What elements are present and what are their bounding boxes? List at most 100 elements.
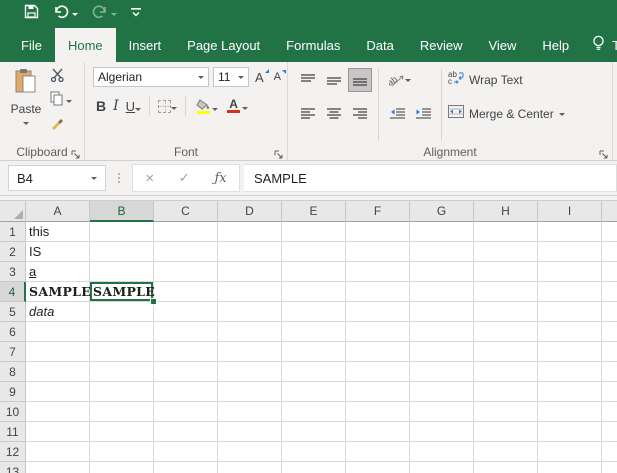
cell-D12[interactable] xyxy=(218,442,282,462)
tab-home[interactable]: Home xyxy=(54,28,116,62)
row-header-5[interactable]: 5 xyxy=(0,302,26,322)
cell-G8[interactable] xyxy=(410,362,474,382)
column-header-partial[interactable] xyxy=(602,201,617,222)
cell-partial-2[interactable] xyxy=(602,242,617,262)
fill-color-button[interactable] xyxy=(191,98,221,115)
cell-G3[interactable] xyxy=(410,262,474,282)
cell-E12[interactable] xyxy=(282,442,346,462)
cell-F2[interactable] xyxy=(346,242,410,262)
cell-E13[interactable] xyxy=(282,462,346,473)
cell-F5[interactable] xyxy=(346,302,410,322)
tab-page-layout[interactable]: Page Layout xyxy=(174,28,273,62)
row-header-1[interactable]: 1 xyxy=(0,222,26,242)
align-left-button[interactable] xyxy=(296,102,320,126)
name-box-dropdown-icon[interactable] xyxy=(91,177,97,183)
fill-handle[interactable] xyxy=(151,299,156,304)
cell-F9[interactable] xyxy=(346,382,410,402)
cell-A7[interactable] xyxy=(26,342,90,362)
merge-center-button[interactable]: Merge & Center xyxy=(448,101,565,127)
cell-D13[interactable] xyxy=(218,462,282,473)
cell-I8[interactable] xyxy=(538,362,602,382)
tell-me-button[interactable]: Te xyxy=(582,28,617,62)
cell-C9[interactable] xyxy=(154,382,218,402)
row-header-13[interactable]: 13 xyxy=(0,462,26,473)
cell-G4[interactable] xyxy=(410,282,474,302)
row-header-11[interactable]: 11 xyxy=(0,422,26,442)
cell-B7[interactable] xyxy=(90,342,154,362)
cell-E11[interactable] xyxy=(282,422,346,442)
cell-A3[interactable]: a xyxy=(26,262,90,282)
cell-D6[interactable] xyxy=(218,322,282,342)
cell-C11[interactable] xyxy=(154,422,218,442)
name-box[interactable]: B4 xyxy=(8,165,106,191)
tab-help[interactable]: Help xyxy=(529,28,582,62)
tab-view[interactable]: View xyxy=(475,28,529,62)
cell-A10[interactable] xyxy=(26,402,90,422)
cell-partial-5[interactable] xyxy=(602,302,617,322)
cell-I3[interactable] xyxy=(538,262,602,282)
align-bottom-button[interactable] xyxy=(348,68,372,92)
cell-D9[interactable] xyxy=(218,382,282,402)
cell-B11[interactable] xyxy=(90,422,154,442)
cell-D2[interactable] xyxy=(218,242,282,262)
cell-partial-9[interactable] xyxy=(602,382,617,402)
cell-B13[interactable] xyxy=(90,462,154,473)
cell-D11[interactable] xyxy=(218,422,282,442)
cell-B4[interactable]: SAMPLE xyxy=(90,282,156,304)
cell-E2[interactable] xyxy=(282,242,346,262)
customize-qat-button[interactable] xyxy=(131,5,141,23)
align-right-button[interactable] xyxy=(348,102,372,126)
cell-partial-3[interactable] xyxy=(602,262,617,282)
cell-B8[interactable] xyxy=(90,362,154,382)
cell-G13[interactable] xyxy=(410,462,474,473)
redo-dropdown-icon[interactable] xyxy=(111,12,117,19)
cell-B5[interactable] xyxy=(90,302,154,322)
shrink-font-button[interactable]: A xyxy=(270,70,287,83)
bold-button[interactable]: B xyxy=(93,97,109,115)
cell-C13[interactable] xyxy=(154,462,218,473)
cell-A9[interactable] xyxy=(26,382,90,402)
align-middle-button[interactable] xyxy=(322,68,346,92)
cell-I2[interactable] xyxy=(538,242,602,262)
cell-A1[interactable]: this xyxy=(26,222,90,242)
cell-E6[interactable] xyxy=(282,322,346,342)
cell-C8[interactable] xyxy=(154,362,218,382)
cell-G7[interactable] xyxy=(410,342,474,362)
row-header-9[interactable]: 9 xyxy=(0,382,26,402)
borders-button[interactable] xyxy=(155,99,180,114)
row-header-12[interactable]: 12 xyxy=(0,442,26,462)
font-name-dropdown-icon[interactable] xyxy=(198,76,204,82)
cell-F11[interactable] xyxy=(346,422,410,442)
cell-H4[interactable] xyxy=(474,282,538,302)
orientation-dropdown-icon[interactable] xyxy=(405,79,411,85)
cell-D8[interactable] xyxy=(218,362,282,382)
cell-F13[interactable] xyxy=(346,462,410,473)
cell-C7[interactable] xyxy=(154,342,218,362)
tab-data[interactable]: Data xyxy=(353,28,406,62)
align-center-button[interactable] xyxy=(322,102,346,126)
tab-insert[interactable]: Insert xyxy=(116,28,175,62)
cell-D7[interactable] xyxy=(218,342,282,362)
cell-C3[interactable] xyxy=(154,262,218,282)
grow-font-button[interactable]: A xyxy=(251,68,269,85)
cell-partial-6[interactable] xyxy=(602,322,617,342)
cell-D1[interactable] xyxy=(218,222,282,242)
cell-partial-1[interactable] xyxy=(602,222,617,242)
cell-H2[interactable] xyxy=(474,242,538,262)
cell-F4[interactable] xyxy=(346,282,410,302)
underline-button[interactable]: U xyxy=(123,98,144,115)
cell-G1[interactable] xyxy=(410,222,474,242)
save-button[interactable] xyxy=(24,4,39,24)
row-header-4[interactable]: 4 xyxy=(0,282,26,302)
fill-color-dropdown-icon[interactable] xyxy=(212,107,219,114)
select-all-button[interactable] xyxy=(0,201,26,222)
cell-A4[interactable]: SAMPLE xyxy=(26,282,91,302)
cell-C6[interactable] xyxy=(154,322,218,342)
formula-input[interactable]: SAMPLE xyxy=(244,164,617,192)
row-header-7[interactable]: 7 xyxy=(0,342,26,362)
cell-B9[interactable] xyxy=(90,382,154,402)
cell-I13[interactable] xyxy=(538,462,602,473)
paste-dropdown-icon[interactable] xyxy=(23,122,29,128)
cell-partial-7[interactable] xyxy=(602,342,617,362)
cell-D5[interactable] xyxy=(218,302,282,322)
